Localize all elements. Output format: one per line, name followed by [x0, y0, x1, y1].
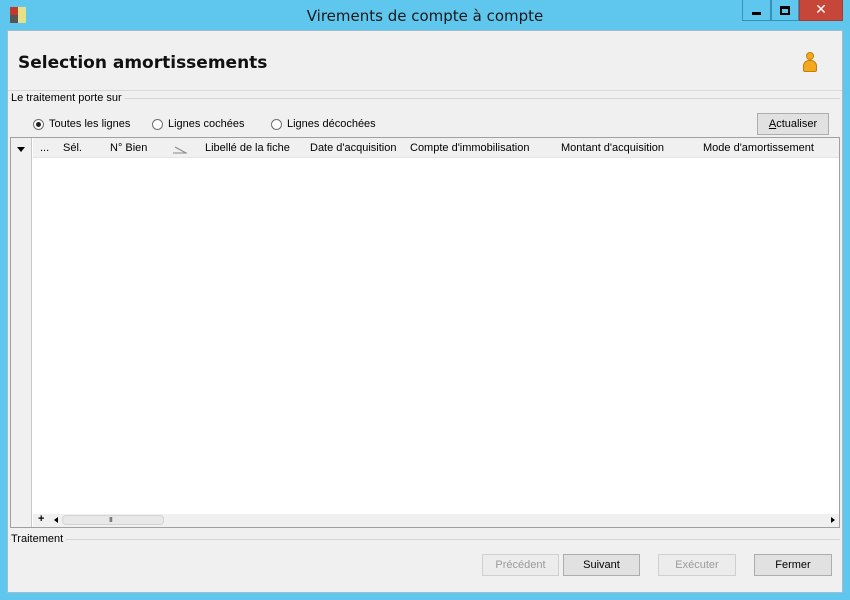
- next-button[interactable]: Suivant: [563, 554, 640, 576]
- column-header-acquisition-amount[interactable]: Montant d'acquisition: [561, 142, 664, 154]
- group-divider: [10, 98, 840, 99]
- scroll-left-icon[interactable]: [54, 517, 58, 523]
- maximize-icon: [780, 5, 790, 15]
- radio-unchecked-rows[interactable]: Lignes décochées: [271, 118, 376, 130]
- depreciation-grid[interactable]: ... Sél. N° Bien Libellé de la fiche Dat…: [10, 137, 840, 528]
- processing-group-label: Traitement: [11, 533, 67, 545]
- dropdown-arrow-icon[interactable]: [17, 147, 25, 152]
- close-button[interactable]: Fermer: [754, 554, 832, 576]
- scope-group-label: Le traitement porte sur: [11, 92, 125, 104]
- radio-unselected-icon: [152, 118, 163, 130]
- maximize-button[interactable]: [771, 0, 799, 21]
- grid-header: ... Sél. N° Bien Libellé de la fiche Dat…: [33, 138, 839, 158]
- window-title: Virements de compte à compte: [306, 7, 544, 25]
- radio-selected-icon: [33, 118, 44, 130]
- close-window-button[interactable]: ✕: [799, 0, 843, 21]
- radio-unselected-icon: [271, 118, 282, 130]
- radio-checked-rows[interactable]: Lignes cochées: [152, 118, 244, 130]
- grid-footer: + III: [33, 513, 839, 527]
- column-header-asset-account[interactable]: Compte d'immobilisation: [410, 142, 529, 154]
- header-band: Selection amortissements: [8, 31, 842, 91]
- column-header-depreciation-mode[interactable]: Mode d'amortissement: [703, 142, 814, 154]
- sort-icon: [173, 146, 187, 154]
- radio-unchecked-rows-label: Lignes décochées: [287, 118, 376, 130]
- radio-all-rows[interactable]: Toutes les lignes: [33, 118, 130, 130]
- title-bar[interactable]: Virements de compte à compte ✕: [0, 0, 850, 30]
- column-header-options[interactable]: ...: [40, 142, 49, 154]
- refresh-label: Actualiser: [768, 118, 818, 130]
- minimize-button[interactable]: [742, 0, 771, 21]
- grid-row-selector[interactable]: [11, 138, 32, 527]
- column-header-label-part1[interactable]: Libellé de: [205, 142, 252, 154]
- scroll-grip-icon: III: [109, 517, 113, 524]
- minimize-icon: [752, 12, 761, 15]
- add-row-icon[interactable]: +: [38, 513, 44, 525]
- radio-all-rows-label: Toutes les lignes: [49, 118, 131, 130]
- refresh-button[interactable]: Actualiser: [757, 113, 829, 135]
- previous-button[interactable]: Précédent: [482, 554, 559, 576]
- dialog-client-area: Selection amortissements Le traitement p…: [7, 30, 843, 593]
- column-header-label-part2[interactable]: la fiche: [255, 142, 290, 154]
- column-header-acquisition-date[interactable]: Date d'acquisition: [310, 142, 397, 154]
- execute-button[interactable]: Exécuter: [658, 554, 736, 576]
- close-icon: ✕: [815, 2, 827, 18]
- page-title: Selection amortissements: [18, 53, 268, 73]
- horizontal-scrollbar-thumb[interactable]: III: [62, 515, 164, 525]
- radio-checked-rows-label: Lignes cochées: [168, 118, 245, 130]
- column-header-select[interactable]: Sél.: [63, 142, 82, 154]
- group-divider: [10, 539, 840, 540]
- scroll-right-icon[interactable]: [831, 517, 835, 523]
- user-icon[interactable]: [801, 51, 819, 73]
- app-window: Virements de compte à compte ✕ Selection…: [0, 0, 850, 600]
- column-header-asset-number[interactable]: N° Bien: [110, 142, 147, 154]
